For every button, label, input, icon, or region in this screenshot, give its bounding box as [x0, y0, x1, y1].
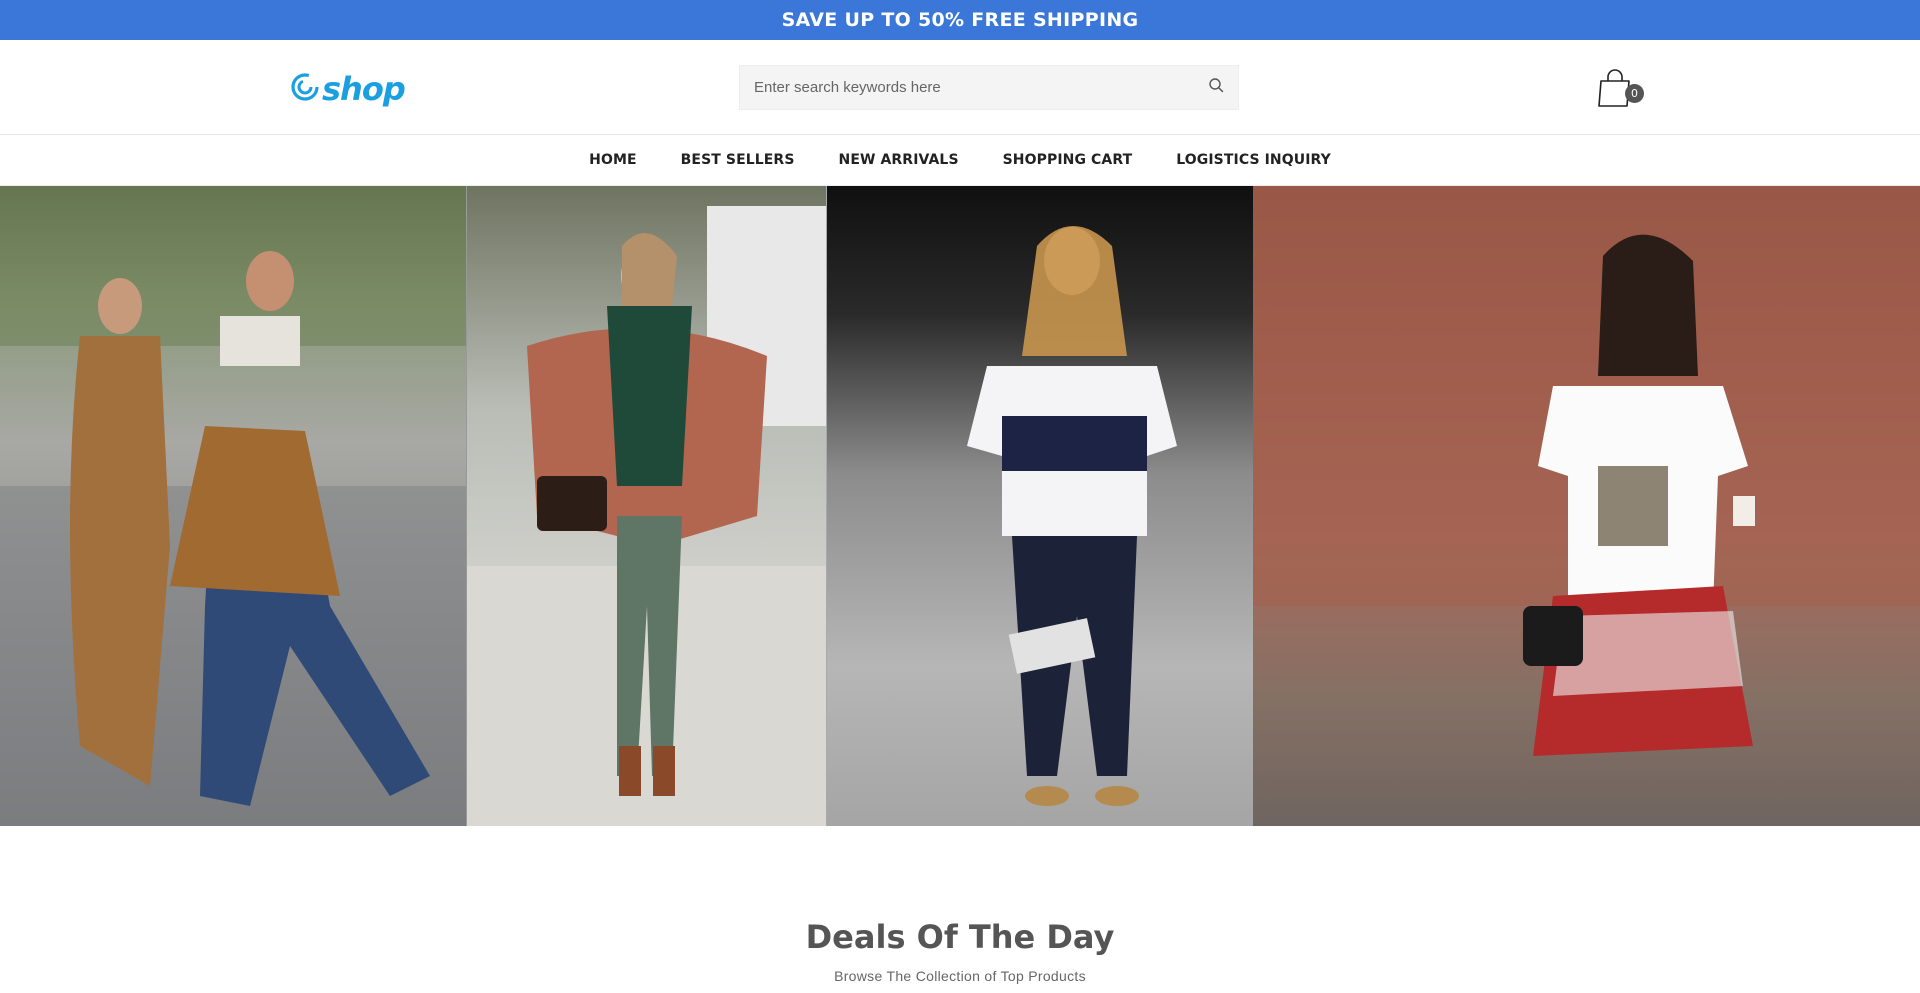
- cart-count-badge: 0: [1625, 84, 1644, 103]
- hero-image-street-style-3: [826, 186, 1253, 826]
- logo-swirl-icon: [290, 72, 320, 107]
- search-icon: [1208, 77, 1224, 98]
- deals-title: Deals Of The Day: [805, 918, 1115, 956]
- street-photo-illustration: [467, 206, 826, 826]
- hero-image-street-style-2: [466, 186, 826, 826]
- nav-item-best-sellers[interactable]: BEST SELLERS: [681, 152, 795, 168]
- search-input[interactable]: [740, 66, 1194, 109]
- hero-image-street-style-1: [0, 186, 466, 826]
- nav-item-home[interactable]: HOME: [589, 152, 637, 168]
- promo-banner: SAVE UP TO 50% FREE SHIPPING: [0, 0, 1920, 40]
- hero-banner[interactable]: [0, 186, 1920, 826]
- street-photo-illustration: [0, 186, 466, 826]
- deals-section: Deals Of The Day Browse The Collection o…: [0, 826, 1920, 984]
- promo-text: SAVE UP TO 50% FREE SHIPPING: [781, 9, 1139, 31]
- site-logo[interactable]: shop: [290, 70, 406, 108]
- search-button[interactable]: [1194, 66, 1238, 109]
- nav-item-new-arrivals[interactable]: NEW ARRIVALS: [839, 152, 959, 168]
- logo-text: shop: [322, 70, 406, 108]
- nav-item-shopping-cart[interactable]: SHOPPING CART: [1003, 152, 1133, 168]
- deals-subtitle: Browse The Collection of Top Products: [834, 968, 1086, 984]
- search-box: [739, 65, 1239, 110]
- hero-image-street-style-4: [1253, 186, 1920, 826]
- street-photo-illustration: [1253, 186, 1920, 756]
- main-nav: HOME BEST SELLERS NEW ARRIVALS SHOPPING …: [0, 135, 1920, 186]
- nav-item-logistics-inquiry[interactable]: LOGISTICS INQUIRY: [1176, 152, 1331, 168]
- cart-button[interactable]: 0: [1597, 68, 1645, 110]
- site-header: shop 0: [0, 40, 1920, 135]
- street-photo-illustration: [967, 226, 1177, 806]
